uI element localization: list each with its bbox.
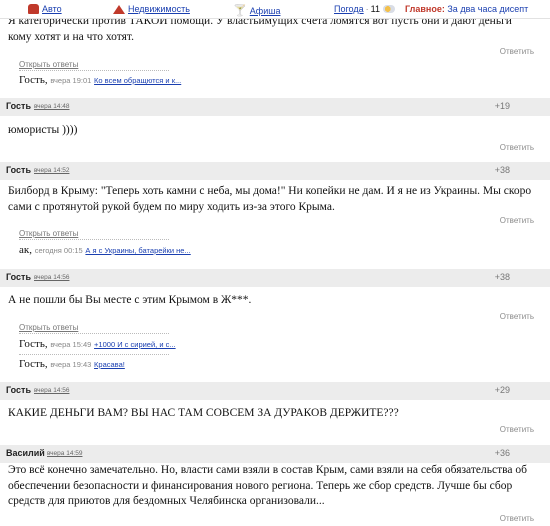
cocktail-icon: 🍸 (233, 5, 247, 17)
sun-cloud-icon (382, 5, 395, 13)
comment-text: юмористы )))) (8, 124, 78, 136)
subreply-author: Гость, (19, 74, 48, 86)
nav-item-auto[interactable]: Авто (28, 4, 62, 14)
nav-link-realty[interactable]: Недвижимость (128, 4, 190, 14)
divider (19, 239, 169, 240)
divider (19, 333, 169, 334)
subreply-time: вчера 19:43 (50, 360, 92, 369)
comment-time[interactable]: вчера 14:48 (34, 103, 69, 110)
comment-rating: +29 (494, 385, 510, 395)
subreply: Гость, вчера 15:49 +1000 И с сирией, и с… (19, 338, 176, 350)
subreply-author: Гость, (19, 358, 48, 370)
comment-header: Василий вчера 14:59 +36 (0, 445, 550, 463)
comment-author[interactable]: Василий (6, 448, 45, 458)
nav-item-afisha[interactable]: 🍸 Афиша (233, 4, 280, 17)
comment-text: Билборд в Крыму: "Теперь хоть камни с не… (8, 185, 532, 213)
comment-header: Гость вчера 14:56 +29 (0, 382, 550, 400)
comment-author[interactable]: Гость (6, 101, 31, 111)
headline-ticker[interactable]: Главное: За два часа дисепт (405, 4, 528, 14)
top-nav-bar: Авто Недвижимость 🍸 Афиша Погода · 11 Главн… (0, 0, 550, 19)
nav-link-afisha[interactable]: Афиша (250, 6, 281, 16)
open-replies-link[interactable]: Открыть ответы (19, 60, 78, 69)
comment-text: А не пошли бы Вы месте с этим Крымом в Ж… (8, 294, 252, 306)
subreply: Гость, вчера 19:01 Ко всем обращются и к… (19, 74, 181, 86)
divider (19, 70, 169, 71)
weather-link[interactable]: Погода (334, 4, 364, 14)
reply-link[interactable]: Ответить (500, 312, 534, 321)
subreply-time: сегодня 00:15 (34, 246, 83, 255)
open-replies-link[interactable]: Открыть ответы (19, 323, 78, 332)
house-icon (113, 4, 125, 14)
comment-rating: +38 (494, 165, 510, 175)
reply-link[interactable]: Ответить (500, 143, 534, 152)
subreply-time: вчера 19:01 (50, 76, 92, 85)
reply-link[interactable]: Ответить (500, 216, 534, 225)
comment-time[interactable]: вчера 14:56 (34, 387, 69, 394)
subreply: Гость, вчера 19:43 Красава! (19, 358, 125, 370)
nav-link-auto[interactable]: Авто (42, 4, 62, 14)
reply-link[interactable]: Ответить (500, 47, 534, 56)
reply-link[interactable]: Ответить (500, 425, 534, 434)
comment-header: Гость вчера 14:52 +38 (0, 162, 550, 180)
nav-item-realty[interactable]: Недвижимость (113, 4, 190, 14)
headline-link[interactable]: За два часа дисепт (447, 4, 528, 14)
weather-widget[interactable]: Погода · 11 (334, 4, 395, 14)
comment-time[interactable]: вчера 14:52 (34, 167, 69, 174)
subreply-snippet[interactable]: Ко всем обращются и к... (94, 76, 181, 85)
comment-time[interactable]: вчера 14:59 (47, 450, 82, 457)
subreply-snippet[interactable]: А я с Украины, батарейки не... (85, 246, 190, 255)
subreply-time: вчера 15:49 (50, 340, 92, 349)
car-icon (28, 4, 39, 14)
subreply-snippet[interactable]: Красава! (94, 360, 125, 369)
subreply: ак, сегодня 00:15 А я с Украины, батарей… (19, 244, 191, 256)
open-replies-link[interactable]: Открыть ответы (19, 229, 78, 238)
divider (19, 354, 169, 355)
subreply-snippet[interactable]: +1000 И с сирией, и с... (94, 340, 176, 349)
comment-rating: +19 (494, 101, 510, 111)
reply-link[interactable]: Ответить (500, 514, 534, 523)
comment-author[interactable]: Гость (6, 272, 31, 282)
comment-header: Гость вчера 14:48 +19 (0, 98, 550, 116)
comment-header: Гость вчера 14:56 +38 (0, 269, 550, 287)
comment-text: КАКИЕ ДЕНЬГИ ВАМ? ВЫ НАС ТАМ СОВСЕМ ЗА Д… (8, 407, 399, 419)
headline-label: Главное: (405, 4, 445, 14)
comment-rating: +36 (494, 448, 510, 458)
subreply-author: Гость, (19, 338, 48, 350)
weather-temp: 11 (370, 4, 380, 14)
comment-rating: +38 (494, 272, 510, 282)
comment-time[interactable]: вчера 14:56 (34, 274, 69, 281)
comment-text: Это всё конечно замечательно. Но, власти… (8, 464, 527, 507)
subreply-author: ак, (19, 244, 32, 256)
comment-author[interactable]: Гость (6, 165, 31, 175)
comment-author[interactable]: Гость (6, 385, 31, 395)
